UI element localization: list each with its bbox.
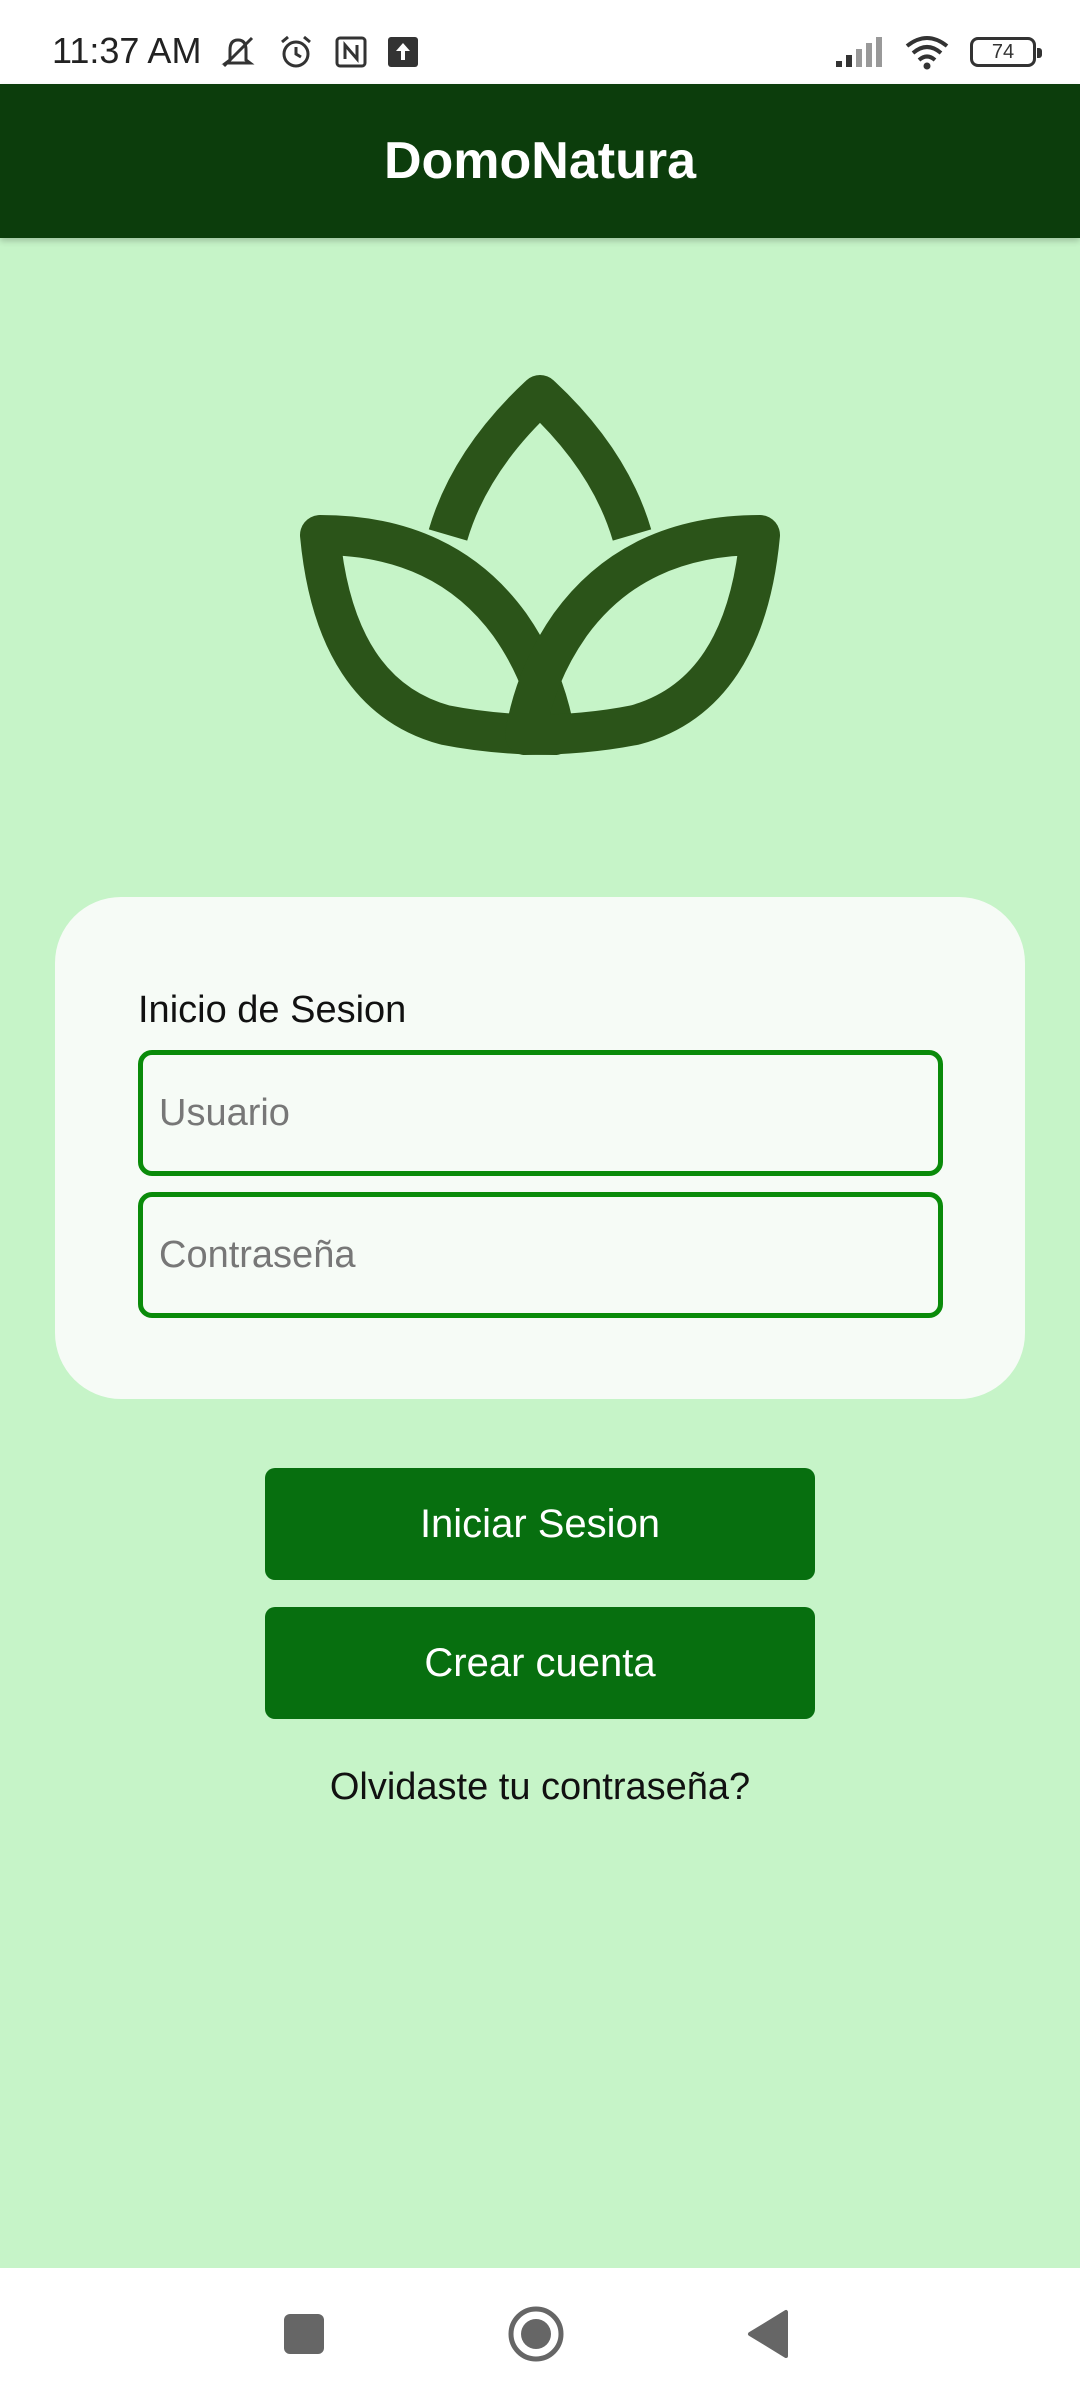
- signal-icon: [836, 37, 882, 67]
- battery-icon: 74: [970, 37, 1042, 67]
- password-field[interactable]: [138, 1192, 943, 1318]
- login-card-title: Inicio de Sesion: [138, 989, 407, 1031]
- recents-square-icon[interactable]: [280, 2304, 328, 2364]
- back-triangle-icon[interactable]: [742, 2304, 792, 2364]
- home-circle-icon[interactable]: [506, 2304, 566, 2364]
- create-account-button[interactable]: Crear cuenta: [265, 1607, 815, 1719]
- app-title: DomoNatura: [383, 132, 697, 190]
- status-icons-right: 74: [834, 34, 1042, 70]
- alarm-icon: [281, 35, 311, 68]
- system-nav-bar: [0, 2268, 1080, 2400]
- status-time: 11:37 AM: [52, 30, 202, 71]
- nfc-icon: [335, 36, 367, 68]
- status-bar: 11:37 AM 74: [0, 0, 1080, 84]
- forgot-password-link[interactable]: Olvidaste tu contraseña?: [0, 1766, 1080, 1809]
- password-input[interactable]: [143, 1197, 938, 1313]
- status-icons-left: [218, 34, 418, 70]
- username-field[interactable]: [138, 1050, 943, 1176]
- upload-icon: [388, 37, 418, 67]
- app-bar: DomoNatura: [0, 84, 1080, 238]
- login-button[interactable]: Iniciar Sesion: [265, 1468, 815, 1580]
- username-input[interactable]: [143, 1055, 938, 1171]
- leaf-lotus-icon: [300, 375, 780, 755]
- battery-level: 74: [991, 40, 1015, 63]
- login-card: Inicio de Sesion: [55, 897, 1025, 1399]
- notifications-muted-icon: [221, 36, 255, 68]
- wifi-icon: [905, 36, 949, 70]
